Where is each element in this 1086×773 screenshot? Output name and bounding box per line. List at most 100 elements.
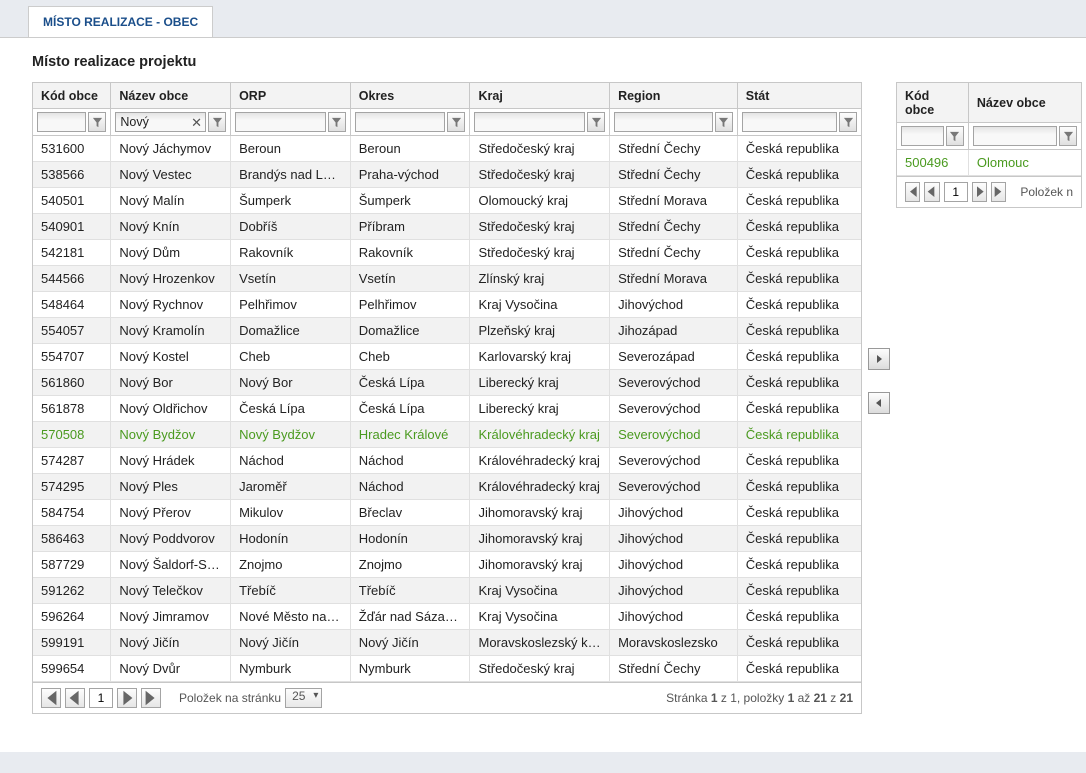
table-cell: Moravskoslezský kraj [470, 630, 610, 656]
filter-input[interactable] [37, 112, 86, 132]
filter-input[interactable] [901, 126, 944, 146]
table-cell: Nový Hrozenkov [111, 266, 231, 292]
table-row[interactable]: 596264Nový JimramovNové Město na M...Žďá… [33, 604, 861, 630]
pager-page-input[interactable] [89, 688, 113, 708]
horizontal-scrollbar[interactable] [32, 718, 1072, 736]
filter-icon[interactable] [715, 112, 733, 132]
filter-icon[interactable] [587, 112, 605, 132]
table-cell: Královéhradecký kraj [470, 474, 610, 500]
filter-input[interactable] [973, 126, 1057, 146]
table-cell: Nový Hrádek [111, 448, 231, 474]
pager-last-icon[interactable] [141, 688, 161, 708]
clear-filter-icon[interactable]: ✕ [191, 115, 202, 131]
col-header[interactable]: Stát [737, 83, 861, 109]
filter-icon[interactable] [208, 112, 226, 132]
table-row[interactable]: 574295Nový PlesJaroměřNáchodKrálovéhrade… [33, 474, 861, 500]
pager-first-icon[interactable] [905, 182, 920, 202]
pager-prev-icon[interactable] [65, 688, 85, 708]
table-cell: Střední Morava [610, 188, 738, 214]
filter-icon[interactable] [88, 112, 106, 132]
col-header[interactable]: Region [610, 83, 738, 109]
table-cell: Hradec Králové [350, 422, 470, 448]
table-row[interactable]: 531600Nový JáchymovBerounBerounStředočes… [33, 136, 861, 162]
table-row[interactable]: 586463Nový PoddvorovHodonínHodonínJihomo… [33, 526, 861, 552]
filter-input[interactable] [355, 112, 446, 132]
right-pager-info: Položek n [1020, 185, 1073, 199]
col-header[interactable]: Kód obce [897, 83, 968, 123]
table-row[interactable]: 561860Nový BorNový BorČeská LípaLibereck… [33, 370, 861, 396]
col-header[interactable]: Okres [350, 83, 470, 109]
table-cell: Česká Lípa [350, 396, 470, 422]
pager-prev-icon[interactable] [924, 182, 939, 202]
pager-next-icon[interactable] [972, 182, 987, 202]
filter-icon[interactable] [447, 112, 465, 132]
pager-last-icon[interactable] [991, 182, 1006, 202]
transfer-buttons [868, 348, 890, 414]
tab-misto-realizace[interactable]: MÍSTO REALIZACE - OBEC [28, 6, 213, 37]
table-cell: Jihovýchod [610, 578, 738, 604]
table-row[interactable]: 500496Olomouc [897, 150, 1081, 176]
filter-icon[interactable] [1059, 126, 1077, 146]
table-row[interactable]: 538566Nový VestecBrandýs nad Lab...Praha… [33, 162, 861, 188]
col-header[interactable]: Kraj [470, 83, 610, 109]
table-row[interactable]: 554707Nový KostelChebChebKarlovarský kra… [33, 344, 861, 370]
table-row[interactable]: 591262Nový TelečkovTřebíčTřebíčKraj Vyso… [33, 578, 861, 604]
table-cell: Česká republika [737, 500, 861, 526]
filter-input[interactable] [742, 112, 837, 132]
table-cell: Liberecký kraj [470, 396, 610, 422]
col-header[interactable]: ORP [231, 83, 351, 109]
table-cell: Nový Kostel [111, 344, 231, 370]
table-cell: Nový Šaldorf-Sed... [111, 552, 231, 578]
table-row[interactable]: 587729Nový Šaldorf-Sed...ZnojmoZnojmoJih… [33, 552, 861, 578]
table-cell: 574287 [33, 448, 111, 474]
move-left-button[interactable] [868, 392, 890, 414]
table-cell: Moravskoslezsko [610, 630, 738, 656]
table-cell: Nový Vestec [111, 162, 231, 188]
table-row[interactable]: 540501Nový MalínŠumperkŠumperkOlomoucký … [33, 188, 861, 214]
table-row[interactable]: 599654Nový DvůrNymburkNymburkStředočeský… [33, 656, 861, 682]
col-header[interactable]: Kód obce [33, 83, 111, 109]
table-row[interactable]: 599191Nový JičínNový JičínNový JičínMora… [33, 630, 861, 656]
table-cell: Česká republika [737, 422, 861, 448]
filter-input[interactable] [235, 112, 326, 132]
table-cell: Rakovník [231, 240, 351, 266]
filter-input[interactable] [614, 112, 713, 132]
move-right-button[interactable] [868, 348, 890, 370]
table-cell: 599191 [33, 630, 111, 656]
table-row[interactable]: 584754Nový PřerovMikulovBřeclavJihomorav… [33, 500, 861, 526]
table-row[interactable]: 574287Nový HrádekNáchodNáchodKrálovéhrad… [33, 448, 861, 474]
table-cell: Středočeský kraj [470, 656, 610, 682]
table-row[interactable]: 570508Nový BydžovNový BydžovHradec Králo… [33, 422, 861, 448]
table-row[interactable]: 554057Nový KramolínDomažliceDomažlicePlz… [33, 318, 861, 344]
filter-icon[interactable] [946, 126, 964, 146]
table-cell: Nový Bydžov [111, 422, 231, 448]
table-cell: Beroun [231, 136, 351, 162]
table-cell: Jihomoravský kraj [470, 552, 610, 578]
section-title: Místo realizace projektu [32, 54, 1086, 70]
table-cell: 531600 [33, 136, 111, 162]
table-row[interactable]: 542181Nový DůmRakovníkRakovníkStředočesk… [33, 240, 861, 266]
filter-input[interactable] [474, 112, 585, 132]
table-cell: Česká republika [737, 370, 861, 396]
table-cell: Jihomoravský kraj [470, 500, 610, 526]
table-row[interactable]: 548464Nový RychnovPelhřimovPelhřimovKraj… [33, 292, 861, 318]
table-cell: 548464 [33, 292, 111, 318]
table-cell: Česká republika [737, 552, 861, 578]
table-cell: Středočeský kraj [470, 214, 610, 240]
pager-first-icon[interactable] [41, 688, 61, 708]
pager-page-input[interactable] [944, 182, 968, 202]
col-header[interactable]: Název obce [111, 83, 231, 109]
table-row[interactable]: 540901Nový KnínDobříšPříbramStředočeský … [33, 214, 861, 240]
per-page-select[interactable]: 25 [285, 688, 322, 708]
col-header[interactable]: Název obce [968, 83, 1081, 123]
filter-icon[interactable] [328, 112, 346, 132]
pager-next-icon[interactable] [117, 688, 137, 708]
table-cell: Nymburk [350, 656, 470, 682]
table-row[interactable]: 561878Nový OldřichovČeská LípaČeská Lípa… [33, 396, 861, 422]
table-cell: 586463 [33, 526, 111, 552]
table-row[interactable]: 544566Nový HrozenkovVsetínVsetínZlínský … [33, 266, 861, 292]
table-cell: 538566 [33, 162, 111, 188]
left-pager: Položek na stránku 25 Stránka 1 z 1, pol… [33, 682, 861, 713]
filter-icon[interactable] [839, 112, 857, 132]
table-cell: Severovýchod [610, 474, 738, 500]
